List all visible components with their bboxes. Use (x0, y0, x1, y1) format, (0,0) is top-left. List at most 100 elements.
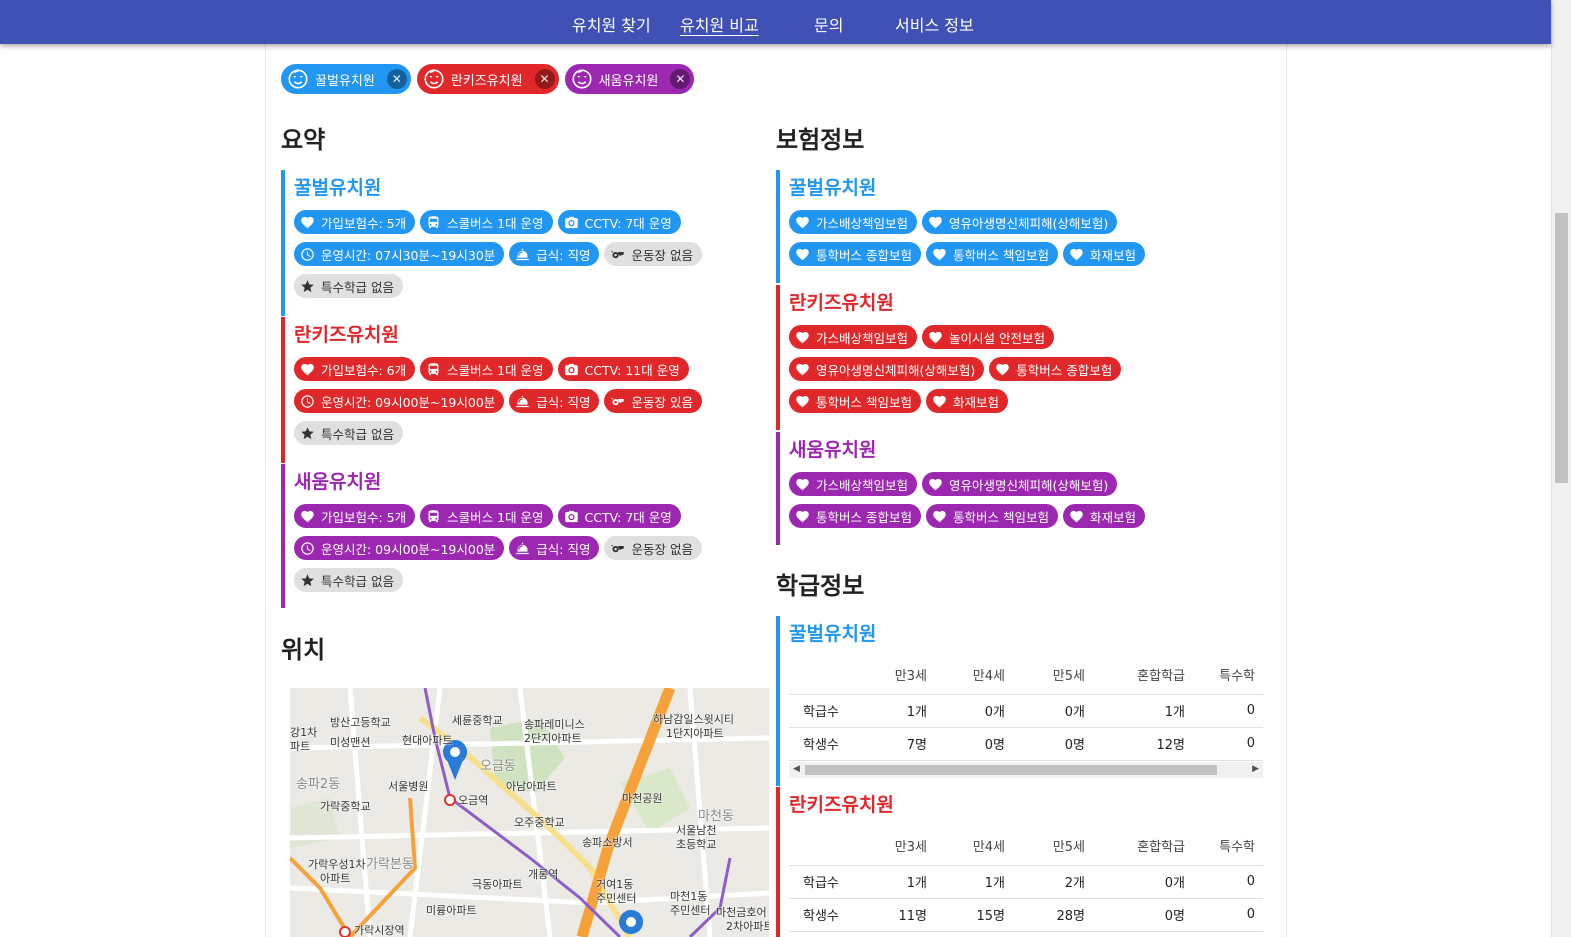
heart-icon (795, 362, 810, 377)
map-label: 아파트 (320, 872, 351, 885)
clock-icon (300, 247, 315, 262)
class-info-title: 학급정보 (776, 572, 865, 600)
map-label: 송파레미니스 (524, 718, 585, 731)
nav-find-kindergarten[interactable]: 유치원 찾기 (572, 12, 651, 36)
column-header: 혼합학급 (1093, 827, 1193, 866)
column-header: 만4세 (935, 656, 1013, 695)
chip-label: 새움유치원 (598, 73, 659, 89)
tag-cctv: CCTV: 7대 운영 (557, 210, 681, 234)
map-label: 송파2동 (296, 777, 341, 792)
chip-kindergarten-3[interactable]: 새움유치원 ✕ (564, 64, 695, 94)
table-cell: 0 (1193, 898, 1263, 932)
table-horizontal-scrollbar[interactable]: ◀ ▶ (789, 761, 1263, 778)
heart-icon (928, 477, 943, 492)
kindergarten-name: 새움유치원 (789, 439, 877, 461)
nav-service-info[interactable]: 서비스 정보 (895, 12, 974, 36)
tag-special-class: 특수학급 없음 (294, 274, 403, 298)
tag-meal: 급식: 직영 (509, 389, 600, 413)
table-header-row: 만3세 만4세 만5세 혼합학급 특수학 (789, 656, 1263, 695)
map-label: 방산고등학교 (330, 716, 391, 729)
scroll-left-icon[interactable]: ◀ (793, 764, 800, 774)
class-table: 만3세 만4세 만5세 혼합학급 특수학 학급수 1개 1개 2개 0개 0 학… (789, 827, 1263, 932)
map-label: 주민센터 (670, 904, 711, 917)
map-label: 가락우성1차 (308, 858, 366, 871)
tag-text: 스쿨버스 1대 운영 (447, 509, 544, 525)
tag-text: CCTV: 11대 운영 (584, 362, 680, 378)
bus-icon (426, 215, 441, 230)
chip-kindergarten-2[interactable]: 란키즈유치원 ✕ (416, 64, 559, 94)
map-label: 주민센터 (596, 892, 637, 905)
table-cell: 28명 (1013, 898, 1093, 932)
tag-insurance-count: 가입보험수: 5개 (294, 504, 416, 528)
map-label: 거여1동 (596, 878, 634, 891)
heart-icon (928, 215, 943, 230)
nav-inquiry[interactable]: 문의 (814, 12, 843, 36)
tag-text: 급식: 직영 (536, 247, 591, 263)
class-block-2: 란키즈유치원 만3세 만4세 만5세 혼합학급 특수학 학급수 1개 1개 2개 (776, 787, 1266, 937)
kid-face-icon (423, 68, 445, 90)
nav-compare-kindergarten[interactable]: 유치원 비교 (680, 12, 759, 36)
map-label: 세륜중학교 (452, 714, 503, 727)
insurance-tag: 통학버스 종합보험 (789, 504, 921, 528)
page-scrollbar-thumb[interactable] (1555, 213, 1568, 483)
chip-kindergarten-1[interactable]: 꿀벌유치원 ✕ (281, 64, 411, 94)
top-nav-bar: 유치원 찾기 유치원 비교 문의 서비스 정보 (0, 0, 1551, 44)
tag-text: 통학버스 책임보험 (952, 247, 1049, 263)
row-label: 학급수 (789, 865, 869, 899)
table-cell: 0 (1193, 865, 1263, 899)
scrollbar-thumb[interactable] (805, 764, 1217, 775)
table-row: 학급수 1개 1개 2개 0개 0 (789, 865, 1263, 899)
map-label: 가락본동 (366, 857, 414, 872)
tag-hours: 운영시간: 09시00분~19시00분 (294, 389, 505, 413)
tag-text: 놀이시설 안전보험 (949, 330, 1045, 346)
table-cell: 0명 (1013, 727, 1093, 761)
whistle-icon (610, 541, 625, 556)
table-cell: 1개 (935, 865, 1013, 899)
heart-icon (300, 215, 315, 230)
insurance-block-3: 새움유치원 가스배상책임보험 영유아생명신체피해(상해보험) 통학버스 종합보험… (776, 432, 1266, 545)
tag-text: 스쿨버스 1대 운영 (447, 362, 544, 378)
insurance-tag: 가스배상책임보험 (789, 325, 918, 349)
scroll-right-icon[interactable]: ▶ (1252, 764, 1259, 774)
camera-icon (564, 509, 579, 524)
tag-text: 영유아생명신체피해(상해보험) (949, 215, 1109, 231)
table-cell: 1개 (869, 865, 935, 899)
chip-remove-icon[interactable]: ✕ (386, 69, 407, 89)
tag-text: 운동장 없음 (631, 541, 693, 557)
insurance-tag: 통학버스 책임보험 (925, 504, 1058, 528)
chip-remove-icon[interactable]: ✕ (670, 69, 691, 89)
heart-icon (795, 247, 810, 262)
table-cell: 11명 (869, 898, 935, 932)
bus-icon (426, 362, 441, 377)
map-label: 마천공원 (622, 792, 663, 805)
tag-text: 운동장 없음 (631, 247, 693, 263)
tag-special-class: 특수학급 없음 (294, 421, 403, 445)
location-map[interactable]: 방산고등학교 세륜중학교 송파레미니스 2단지아파트 하남감일스윗시티 1단지아… (290, 688, 769, 937)
column-header: 만3세 (869, 827, 935, 866)
kindergarten-name: 란키즈유치원 (789, 292, 894, 314)
row-label: 학생수 (789, 898, 869, 932)
clock-icon (300, 541, 315, 556)
insurance-tag: 화재보험 (925, 389, 1008, 413)
tag-playground: 운동장 있음 (604, 389, 702, 413)
table-cell: 0 (1193, 694, 1263, 728)
page-scrollbar[interactable] (1551, 0, 1571, 937)
tag-insurance-count: 가입보험수: 5개 (294, 210, 416, 234)
row-label: 학급수 (789, 694, 869, 728)
column-header: 특수학 (1193, 827, 1263, 866)
map-label: 오금동 (480, 759, 516, 774)
chip-remove-icon[interactable]: ✕ (534, 69, 555, 89)
meal-icon (515, 394, 530, 409)
tag-text: CCTV: 7대 운영 (584, 509, 672, 525)
map-label: 가락중학교 (320, 800, 371, 813)
kid-face-icon (287, 68, 309, 90)
bus-icon (426, 509, 441, 524)
tag-text: 가입보험수: 5개 (321, 215, 407, 231)
tag-text: 가입보험수: 6개 (321, 362, 407, 378)
heart-icon (795, 509, 810, 524)
tag-school-bus: 스쿨버스 1대 운영 (420, 504, 553, 528)
table-row: 학생수 11명 15명 28명 0명 0 (789, 898, 1263, 932)
meal-icon (515, 541, 530, 556)
map-label: 오금역 (458, 794, 489, 807)
table-row: 학생수 7명 0명 0명 12명 0 (789, 727, 1263, 761)
